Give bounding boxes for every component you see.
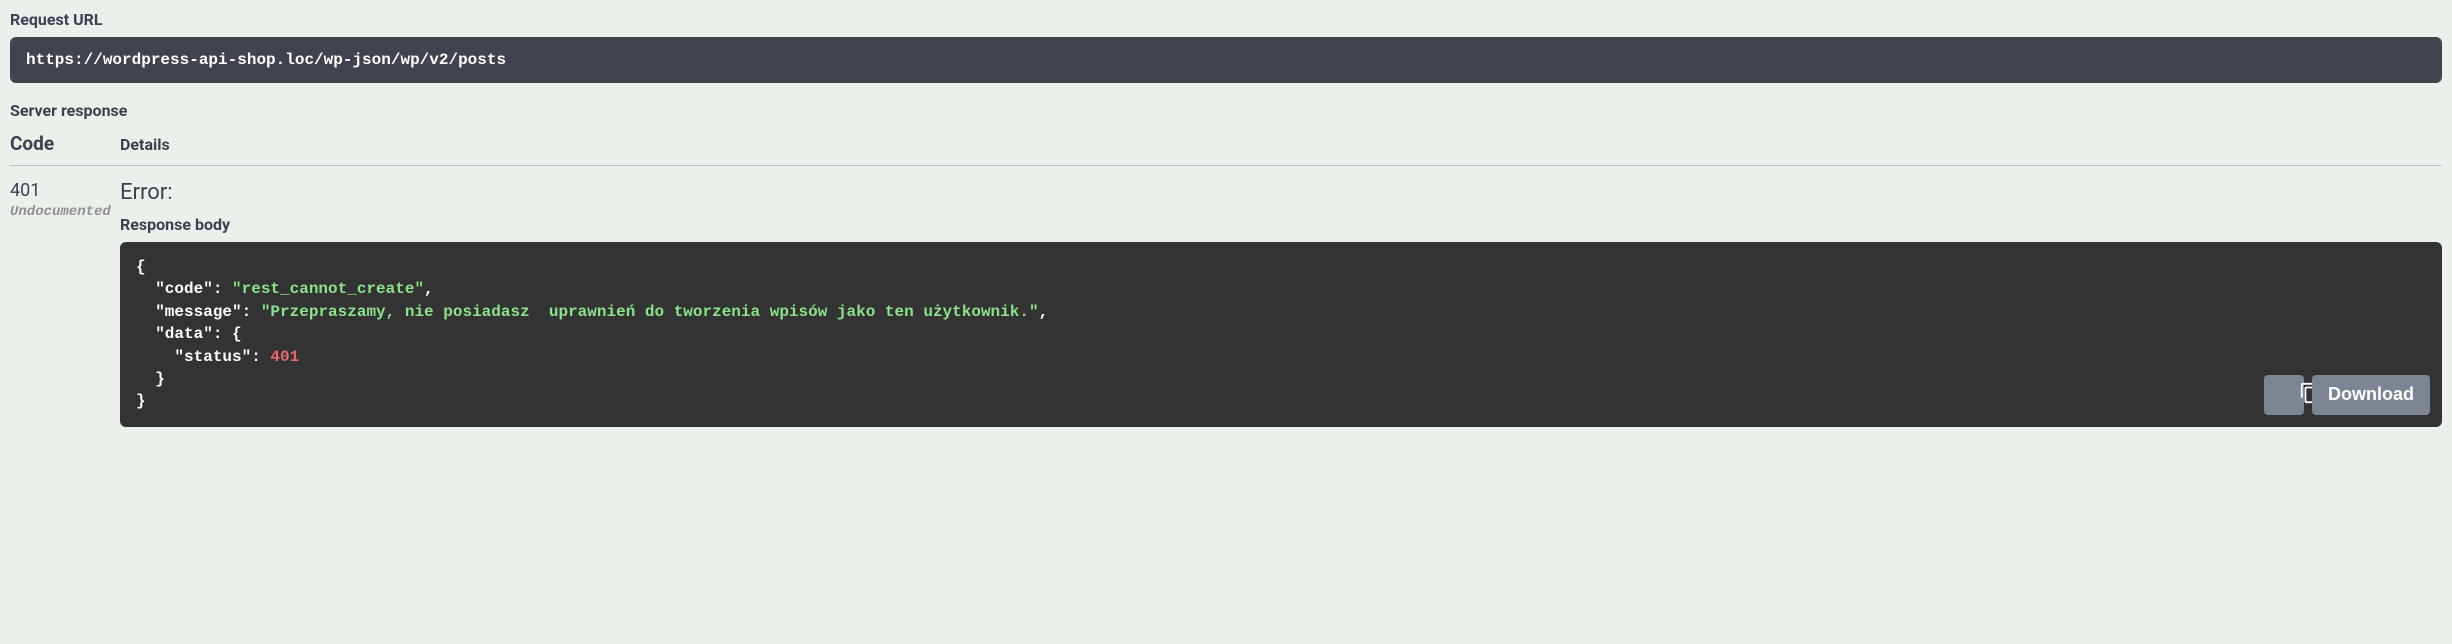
status-code: 401 <box>10 180 120 202</box>
server-response-section: Server response Code Details 401 Undocum… <box>10 101 2442 427</box>
json-message-key: "message" <box>155 303 241 321</box>
details-column-header: Details <box>120 135 170 154</box>
copy-button[interactable] <box>2264 375 2304 415</box>
request-url-label: Request URL <box>10 10 2442 29</box>
undocumented-label: Undocumented <box>10 204 120 220</box>
request-url-value: https://wordpress-api-shop.loc/wp-json/w… <box>10 37 2442 83</box>
server-response-label: Server response <box>10 101 2442 120</box>
json-status-key: "status" <box>174 348 251 366</box>
response-actions: Download <box>2264 375 2430 415</box>
response-header-row: Code Details <box>10 132 2442 166</box>
error-label: Error: <box>120 180 2442 205</box>
clipboard-icon <box>2247 367 2321 422</box>
json-code-value: "rest_cannot_create" <box>232 280 424 298</box>
json-code-key: "code" <box>155 280 213 298</box>
json-status-value: 401 <box>270 348 299 366</box>
code-column-header: Code <box>10 132 54 155</box>
response-row: 401 Undocumented Error: Response body { … <box>10 180 2442 427</box>
response-body-json: { "code": "rest_cannot_create", "message… <box>120 242 2442 427</box>
download-button[interactable]: Download <box>2312 375 2430 415</box>
json-data-key: "data" <box>155 325 213 343</box>
response-body-label: Response body <box>120 215 2442 234</box>
request-url-section: Request URL https://wordpress-api-shop.l… <box>10 10 2442 83</box>
json-message-value: "Przepraszamy, nie posiadasz uprawnień d… <box>261 303 1039 321</box>
